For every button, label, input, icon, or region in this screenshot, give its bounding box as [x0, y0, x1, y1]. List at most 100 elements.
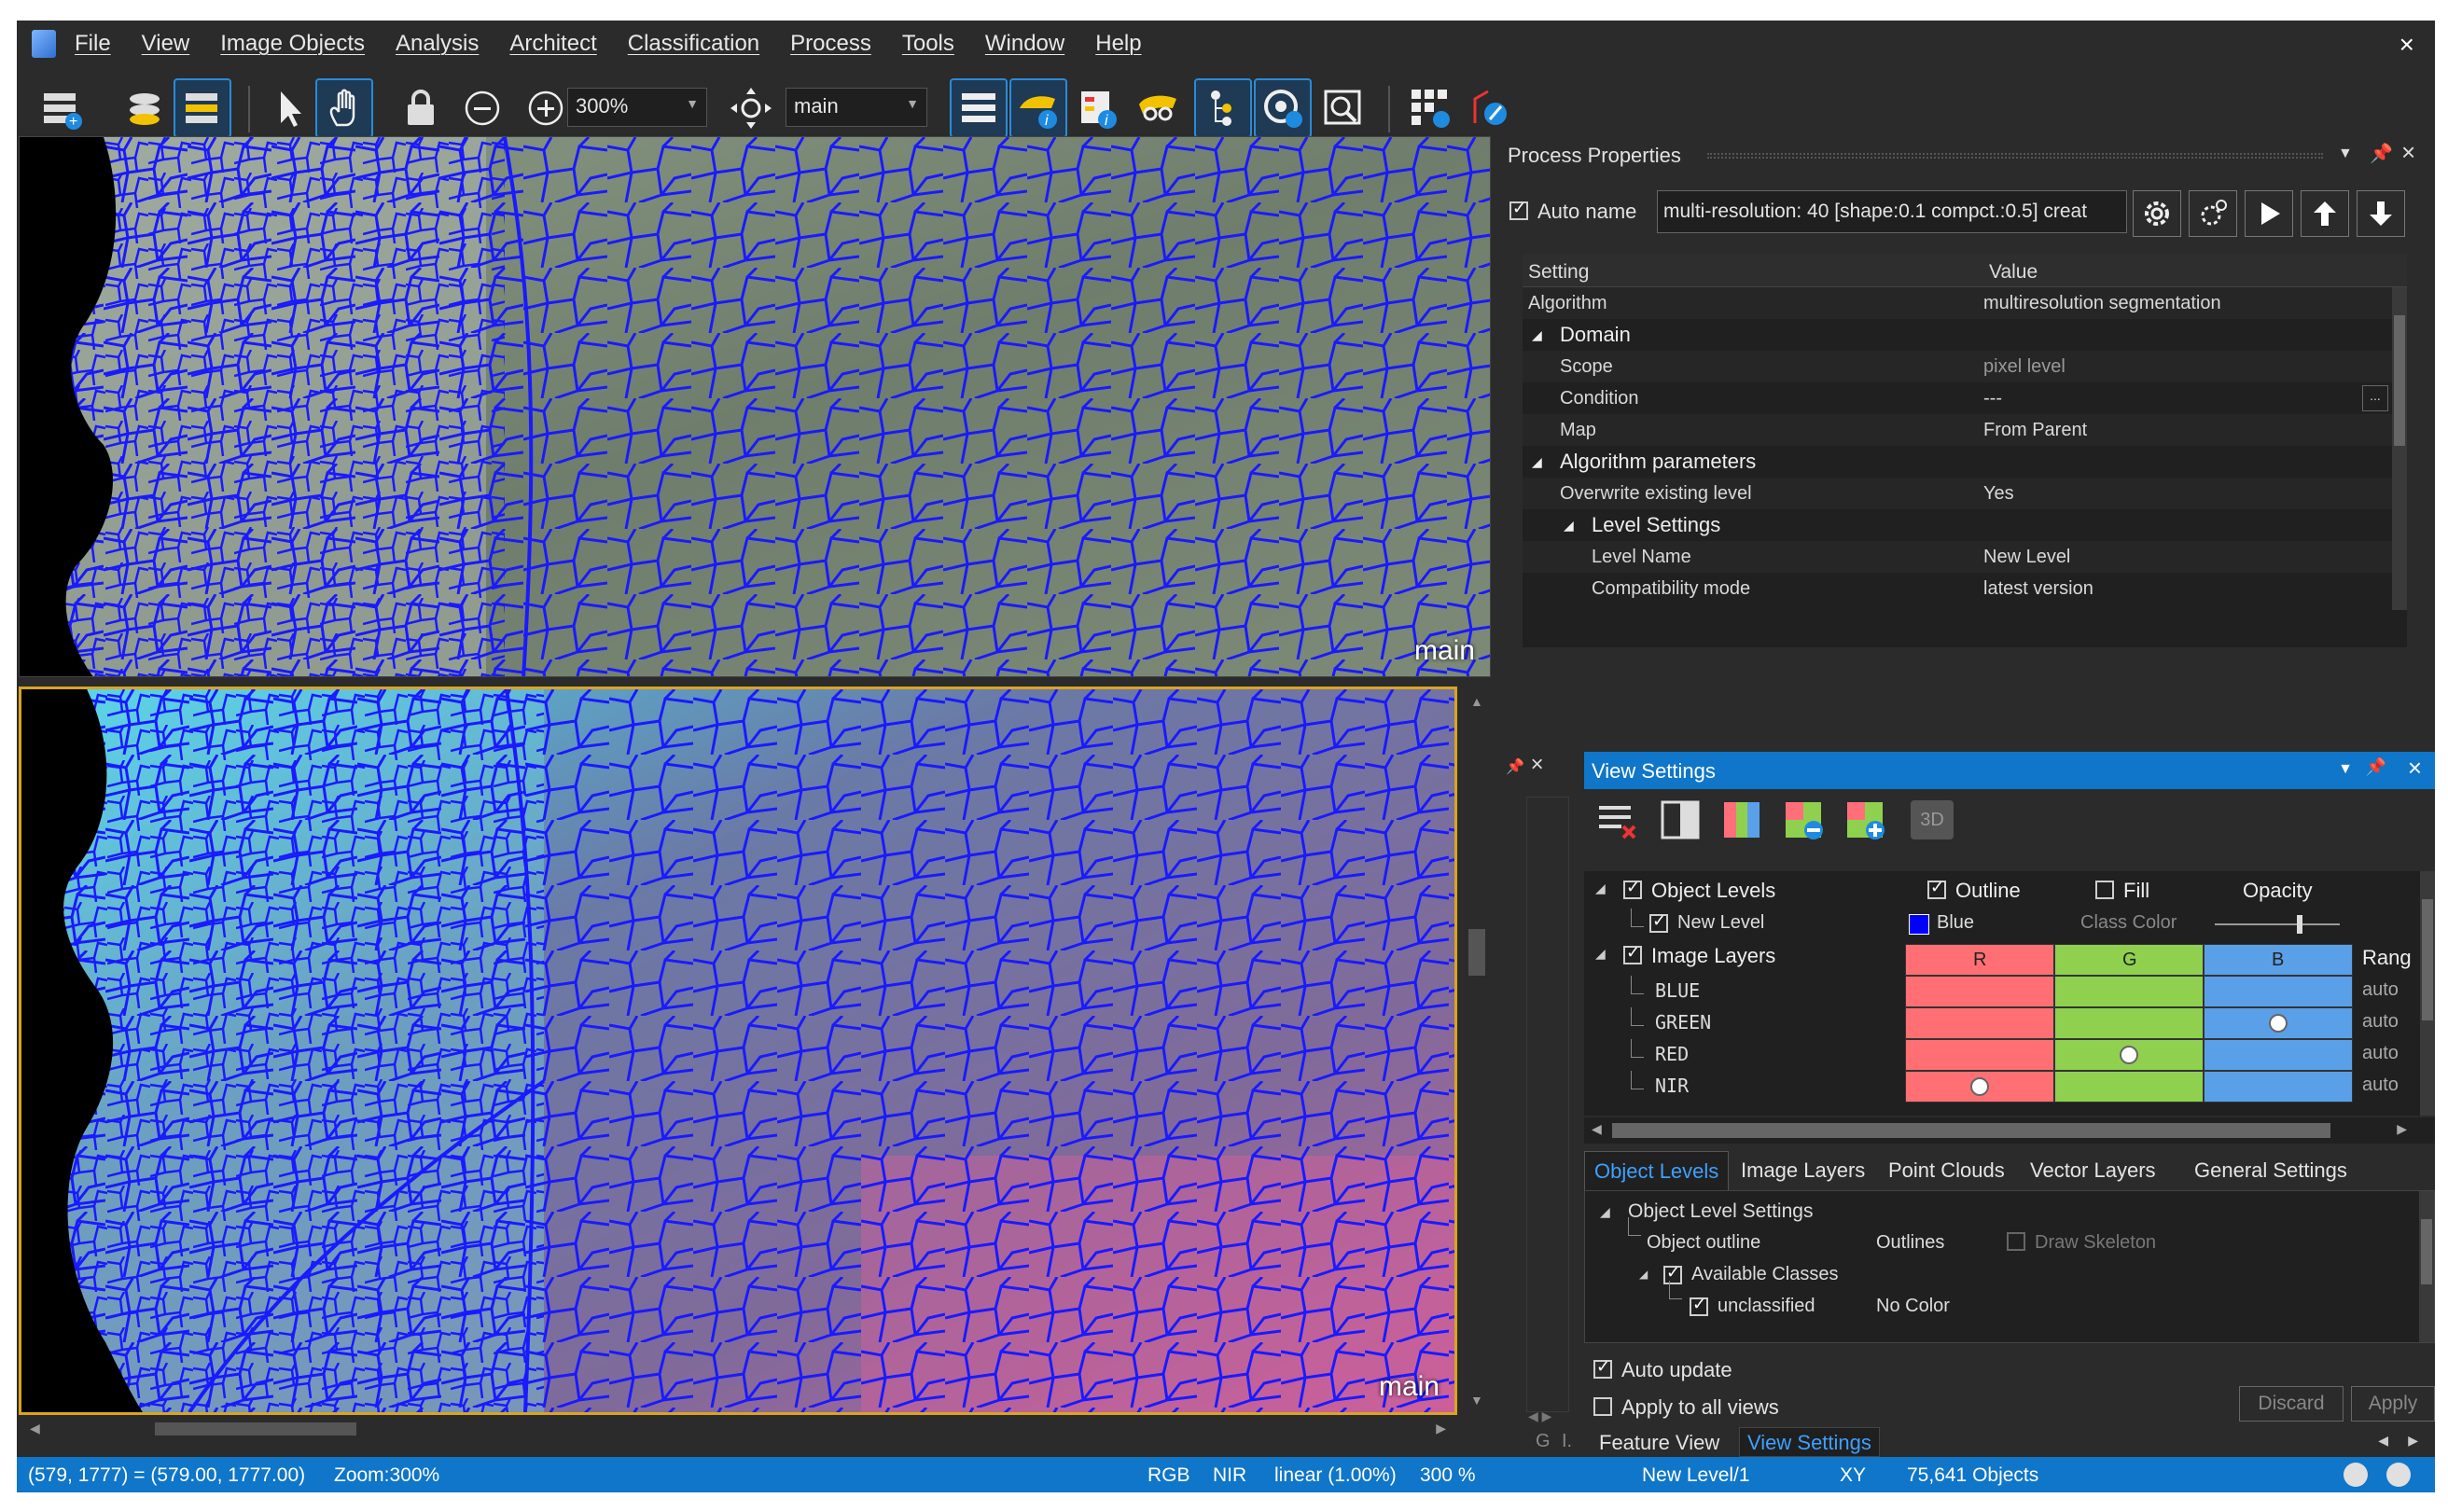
- checkbox[interactable]: [1623, 943, 1642, 964]
- add-layer-icon[interactable]: [1843, 798, 1886, 846]
- horizontal-scrollbar[interactable]: ◀ ▶: [19, 1417, 1465, 1441]
- scroll-down-icon[interactable]: ▼: [1470, 1393, 1483, 1408]
- r-cell[interactable]: [1905, 976, 2054, 1007]
- dock-tab-g[interactable]: G: [1536, 1431, 1551, 1452]
- tab-vector-layers[interactable]: Vector Layers: [2030, 1158, 2156, 1183]
- pin-icon[interactable]: 📌: [1506, 759, 1524, 775]
- menu-file[interactable]: File: [75, 31, 111, 57]
- pan-zoom-center-icon[interactable]: [722, 78, 780, 138]
- scroll-right-icon[interactable]: ▶: [2397, 1121, 2407, 1137]
- outline-color-swatch[interactable]: [1909, 914, 1929, 935]
- execute-play-icon[interactable]: [2245, 190, 2293, 237]
- tree-vertical-scrollbar[interactable]: [2420, 871, 2435, 1116]
- close-window-button[interactable]: ×: [2399, 30, 2414, 60]
- grid-row-group[interactable]: ◢ Level Settings: [1523, 509, 2407, 541]
- close-panel-icon[interactable]: ×: [2401, 138, 2415, 167]
- tab-point-clouds[interactable]: Point Clouds: [1888, 1158, 2005, 1183]
- map-select[interactable]: main ▼: [786, 88, 927, 127]
- tab-scroll-right-icon[interactable]: ▶: [2408, 1433, 2418, 1449]
- scroll-thumb[interactable]: [2421, 1219, 2432, 1284]
- delete-list-icon[interactable]: [1595, 798, 1638, 846]
- discard-button[interactable]: Discard: [2239, 1386, 2344, 1422]
- feature-tree-icon[interactable]: [1194, 78, 1252, 138]
- grid-row[interactable]: Overwrite existing level Yes: [1523, 478, 2407, 509]
- collapse-triangle-icon[interactable]: ◢: [1532, 327, 1542, 343]
- grid-row[interactable]: Compatibility mode latest version: [1523, 573, 2407, 604]
- scroll-thumb[interactable]: [155, 1422, 356, 1436]
- grid-row-group[interactable]: ◢ Algorithm parameters: [1523, 446, 2407, 478]
- tab-scroll-left-icon[interactable]: ◀: [2378, 1433, 2388, 1449]
- scroll-thumb[interactable]: [1468, 929, 1485, 976]
- checkbox[interactable]: [1690, 1295, 1708, 1316]
- menu-process[interactable]: Process: [790, 31, 871, 57]
- tab-object-levels[interactable]: Object Levels: [1584, 1151, 1730, 1190]
- process-name-field[interactable]: multi-resolution: 40 [shape:0.1 compct.:…: [1657, 190, 2127, 233]
- checkbox[interactable]: [1593, 1357, 1612, 1379]
- zoom-out-icon[interactable]: [453, 78, 511, 138]
- scroll-thumb[interactable]: [2394, 315, 2405, 446]
- g-channel-radio-selected[interactable]: [2120, 1046, 2138, 1064]
- move-up-arrow-icon[interactable]: [2301, 190, 2349, 237]
- remove-layer-icon[interactable]: [1782, 798, 1825, 846]
- tab-feature-view[interactable]: Feature View: [1599, 1431, 1719, 1455]
- g-cell[interactable]: [2054, 1007, 2204, 1039]
- collapse-triangle-icon[interactable]: ◢: [1639, 1268, 1648, 1281]
- pin-icon[interactable]: 📌: [2366, 757, 2386, 777]
- panel-menu-icon[interactable]: ▼: [2338, 761, 2353, 778]
- load-layers-icon[interactable]: +: [32, 78, 90, 138]
- b-cell[interactable]: [2204, 1039, 2353, 1071]
- manage-customized-features-icon[interactable]: [1401, 78, 1459, 138]
- 3d-view-button[interactable]: 3D: [1911, 800, 1954, 839]
- settings-scrollbar[interactable]: [2419, 1191, 2434, 1342]
- r-cell[interactable]: [1905, 1007, 2054, 1039]
- zoom-select[interactable]: 300% ▼: [567, 88, 707, 127]
- grid-row-group[interactable]: ◢ Domain: [1523, 319, 2407, 351]
- collapse-triangle-icon[interactable]: ◢: [1595, 881, 1606, 896]
- menu-view[interactable]: View: [142, 31, 190, 57]
- collapse-triangle-icon[interactable]: ◢: [1532, 454, 1542, 470]
- pin-icon[interactable]: 📌: [2370, 142, 2393, 165]
- g-cell[interactable]: [2054, 976, 2204, 1007]
- menu-analysis[interactable]: Analysis: [396, 31, 479, 57]
- ellipsis-button[interactable]: ...: [2362, 385, 2388, 411]
- opacity-slider[interactable]: [2215, 915, 2340, 934]
- scroll-left-icon[interactable]: ◀: [1592, 1121, 1602, 1137]
- draw-skeleton-checkbox[interactable]: [2007, 1232, 2025, 1251]
- edit-tool-icon[interactable]: [1461, 78, 1519, 138]
- scroll-thumb[interactable]: [2422, 899, 2433, 1020]
- unclassified-checkbox[interactable]: [1690, 1295, 1708, 1316]
- close-side-dock-icon[interactable]: ×: [1531, 752, 1544, 777]
- dock-tab-i[interactable]: I.: [1562, 1431, 1572, 1452]
- view-settings-icon[interactable]: [1254, 78, 1312, 138]
- grid-row[interactable]: Condition ---...: [1523, 382, 2407, 414]
- tab-general-settings[interactable]: General Settings: [2194, 1158, 2347, 1183]
- map-view-bottom-active[interactable]: main: [19, 687, 1457, 1415]
- checkbox[interactable]: [1509, 199, 1528, 220]
- panel-menu-icon[interactable]: ▼: [2338, 146, 2353, 162]
- scroll-up-icon[interactable]: ▲: [1470, 694, 1483, 709]
- tab-image-layers[interactable]: Image Layers: [1741, 1158, 1865, 1183]
- process-tree-icon[interactable]: [950, 78, 1008, 138]
- b-channel-radio-selected[interactable]: [2269, 1014, 2288, 1033]
- grid-row[interactable]: Algorithm multiresolution segmentation: [1523, 287, 2407, 319]
- menu-classification[interactable]: Classification: [628, 31, 759, 57]
- apply-all-views-checkbox[interactable]: [1593, 1397, 1612, 1416]
- checkbox[interactable]: [1649, 911, 1668, 933]
- menu-image-objects[interactable]: Image Objects: [220, 31, 365, 57]
- scroll-thumb[interactable]: [1612, 1123, 2330, 1138]
- side-dock-nav[interactable]: ◀ ▶: [1528, 1408, 1584, 1427]
- grid-row[interactable]: Scope pixel level: [1523, 351, 2407, 382]
- grid-row[interactable]: Map From Parent: [1523, 414, 2407, 446]
- tab-view-settings[interactable]: View Settings: [1739, 1427, 1880, 1457]
- algorithm-parameters-icon[interactable]: [2189, 190, 2237, 237]
- image-layers-checkbox[interactable]: [1623, 943, 1642, 964]
- map-view-top[interactable]: main: [19, 136, 1491, 677]
- menu-architect[interactable]: Architect: [509, 31, 596, 57]
- checkbox[interactable]: [1623, 878, 1642, 899]
- object-levels-checkbox[interactable]: [1623, 878, 1642, 899]
- b-cell[interactable]: [2204, 1071, 2353, 1103]
- close-panel-icon[interactable]: ×: [2408, 754, 2422, 783]
- toggle-view-icon[interactable]: [1129, 78, 1187, 138]
- grid-row[interactable]: Level Name New Level: [1523, 541, 2407, 573]
- move-down-arrow-icon[interactable]: [2357, 190, 2405, 237]
